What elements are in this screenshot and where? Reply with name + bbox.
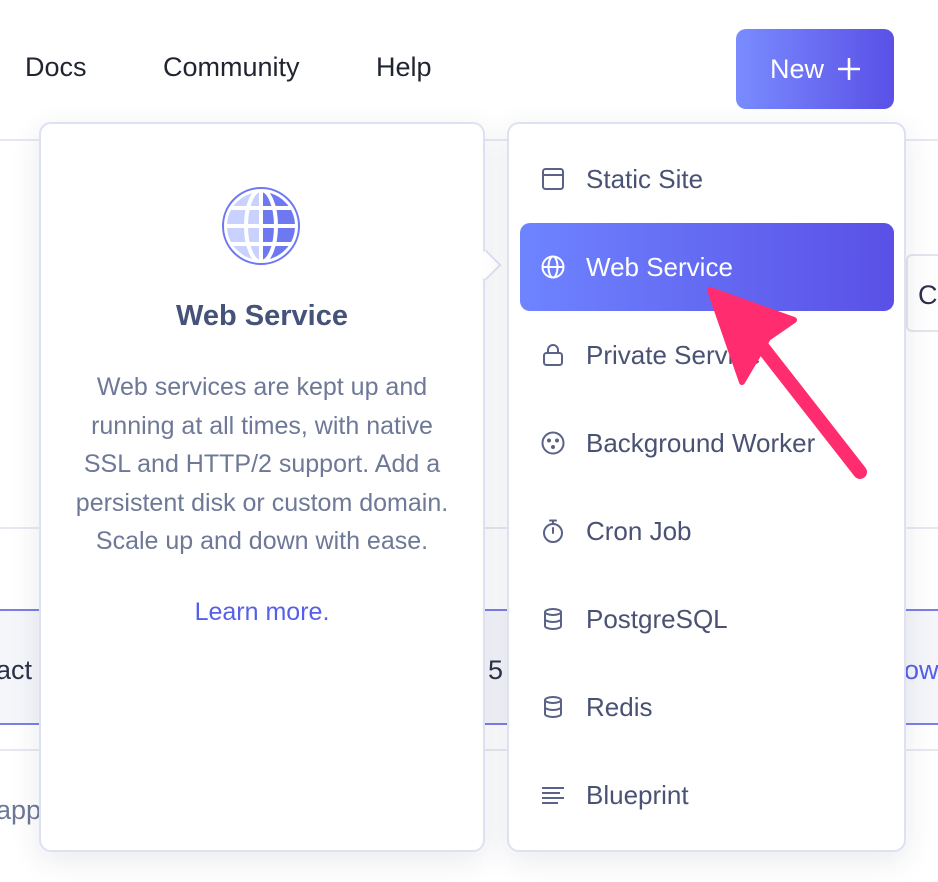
- new-button-label: New: [769, 53, 824, 84]
- menu-item-blueprint[interactable]: Blueprint: [520, 751, 894, 839]
- menu-item-label: Private Service: [586, 339, 761, 370]
- new-button[interactable]: New: [736, 29, 894, 109]
- background-fragment-c: C: [918, 280, 938, 310]
- database-icon: [544, 608, 562, 630]
- menu-item-redis[interactable]: Redis: [520, 663, 894, 751]
- lock-icon: [543, 344, 563, 366]
- menu-item-cron-job[interactable]: Cron Job: [520, 487, 894, 575]
- info-panel-title: Web Service: [176, 300, 348, 332]
- menu-item-label: Cron Job: [586, 515, 692, 546]
- nav-link-community[interactable]: Community: [163, 52, 300, 83]
- cog-dots-icon: [541, 431, 565, 455]
- stopwatch-icon: [543, 519, 563, 543]
- menu-item-label: PostgreSQL: [586, 603, 728, 634]
- top-navigation: Docs Community Help New: [0, 0, 938, 140]
- background-fragment-app: app: [0, 795, 42, 825]
- browser-window-icon: [542, 168, 564, 190]
- menu-item-label: Blueprint: [586, 779, 689, 810]
- menu-item-label: Static Site: [586, 163, 704, 194]
- menu-item-private-service[interactable]: Private Service: [520, 311, 894, 399]
- globe-icon: [541, 255, 565, 279]
- menu-item-label: Redis: [586, 691, 653, 722]
- menu-item-static-site[interactable]: Static Site: [520, 135, 894, 223]
- menu-item-web-service[interactable]: Web Service: [520, 223, 894, 311]
- background-fragment-ow: ow: [904, 655, 938, 685]
- menu-item-label: Background Worker: [586, 427, 816, 458]
- nav-link-help[interactable]: Help: [376, 52, 432, 83]
- learn-more-link[interactable]: Learn more.: [39, 598, 485, 627]
- menu-item-label: Web Service: [586, 251, 733, 282]
- menu-item-background-worker[interactable]: Background Worker: [520, 399, 894, 487]
- menu-item-postgresql[interactable]: PostgreSQL: [520, 575, 894, 663]
- nav-link-docs[interactable]: Docs: [25, 52, 87, 83]
- background-fragment-act: act: [0, 655, 33, 685]
- lines-icon: [542, 787, 564, 804]
- background-fragment-number: 5: [488, 655, 504, 685]
- globe-icon: [222, 187, 300, 265]
- plus-icon: [838, 58, 860, 80]
- database-icon: [544, 696, 562, 718]
- info-panel-description: Web services are kept up and running at …: [75, 373, 449, 555]
